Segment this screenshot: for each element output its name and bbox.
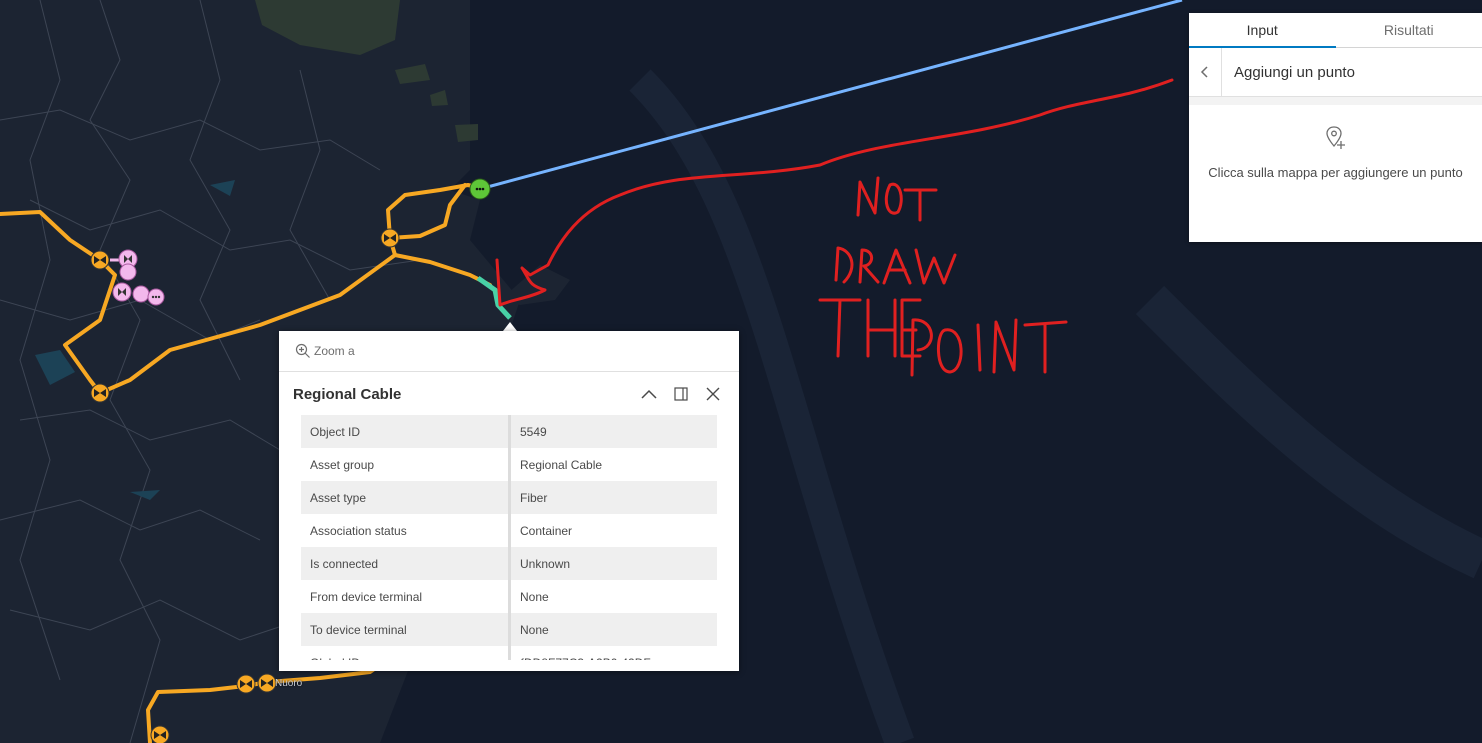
island-area <box>455 124 478 142</box>
field-name: Association status <box>301 514 511 547</box>
chevron-left-icon <box>1200 66 1208 78</box>
dock-button[interactable] <box>665 378 697 410</box>
field-value: Container <box>520 523 573 538</box>
table-row: To device terminal None <box>301 613 717 646</box>
table-row: Asset type Fiber <box>301 481 717 514</box>
back-button[interactable] <box>1189 48 1222 96</box>
zoom-to-label: Zoom a <box>314 344 355 358</box>
field-value: Unknown <box>509 547 717 580</box>
switch-device-icon <box>90 250 110 270</box>
chevron-up-icon <box>641 389 657 399</box>
widget-divider <box>1189 97 1482 105</box>
table-row: Association status Container <box>301 514 717 547</box>
close-icon <box>706 387 720 401</box>
switch-device-icon <box>380 228 400 248</box>
popup-actions <box>633 378 739 410</box>
widget-header: Aggiungi un punto <box>1189 48 1482 97</box>
table-row: Object ID 5549 <box>301 415 717 448</box>
popup-header: Regional Cable <box>279 372 739 416</box>
field-name: Object ID <box>301 415 511 448</box>
field-value: None <box>520 589 549 604</box>
field-value: {DD8F77C3-A2B0-42DF <box>510 646 718 661</box>
field-name: Asset group <box>301 448 511 481</box>
tab-input[interactable]: Input <box>1189 13 1336 48</box>
feature-popup: Zoom a Regional Cable Object ID 5549 Ass… <box>279 331 739 671</box>
table-row: Global ID{DD8F77C3-A2B0-42DF <box>301 646 717 660</box>
popup-pointer <box>503 322 517 331</box>
switch-device-icon <box>257 673 277 693</box>
map-pin-plus-icon <box>1325 126 1345 149</box>
popup-title: Regional Cable <box>293 385 402 403</box>
field-name: Asset type <box>301 481 511 514</box>
switch-device-icon <box>90 383 110 403</box>
zoom-to-button[interactable]: Zoom a <box>279 331 739 372</box>
switch-device-icon <box>236 674 256 694</box>
field-value: None <box>509 613 717 646</box>
switch-device-icon <box>150 725 170 743</box>
field-name: To device terminal <box>301 613 511 646</box>
attribute-table: Object ID 5549 Asset group Regional Cable … <box>301 415 717 660</box>
green-terminal-icon <box>469 178 491 200</box>
table-row: From device terminal None <box>301 580 717 613</box>
attribute-table-scroll[interactable]: Object ID 5549 Asset group Regional Cable … <box>301 415 717 660</box>
field-name: Global ID <box>301 646 511 660</box>
tab-risultati[interactable]: Risultati <box>1336 13 1482 47</box>
widget-instruction: Clicca sulla mappa per aggiungere un pun… <box>1208 165 1463 180</box>
zoom-in-icon <box>295 343 310 358</box>
widget-title: Aggiungi un punto <box>1234 63 1355 81</box>
table-row: Asset group Regional Cable <box>301 448 717 481</box>
widget-tabs: Input Risultati <box>1189 13 1482 48</box>
dock-icon <box>674 387 688 401</box>
table-row: Is connected Unknown <box>301 547 717 580</box>
widget-body: Clicca sulla mappa per aggiungere un pun… <box>1189 105 1482 181</box>
close-button[interactable] <box>697 378 729 410</box>
field-value: Fiber <box>509 481 717 514</box>
field-name: Is connected <box>301 547 511 580</box>
field-value: 5549 <box>509 415 717 448</box>
collapse-button[interactable] <box>633 378 665 410</box>
field-value: Regional Cable <box>520 457 603 472</box>
add-point-widget: Input Risultati Aggiungi un punto Clicca… <box>1189 13 1482 242</box>
place-label-nuoro: Nuoro <box>275 678 303 689</box>
field-name: From device terminal <box>301 580 511 613</box>
